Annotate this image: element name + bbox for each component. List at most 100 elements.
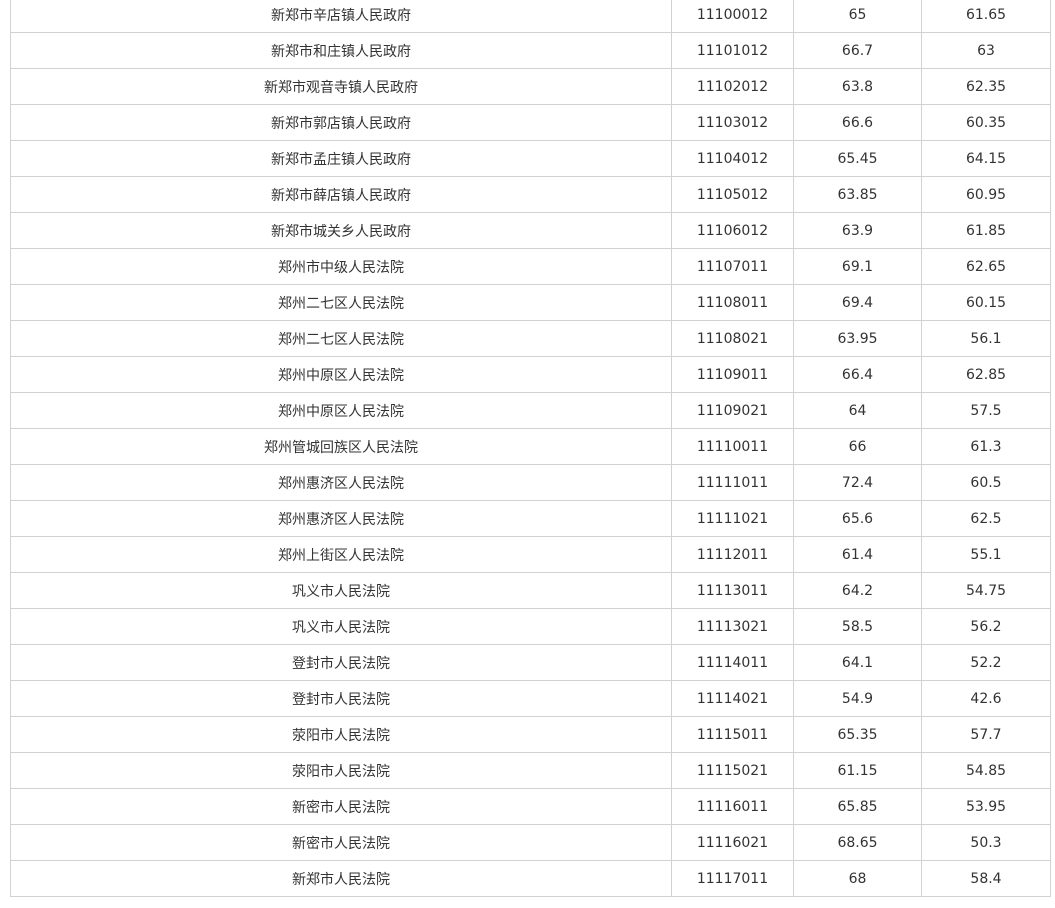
- table-row: 新密市人民法院 11116021 68.65 50.3: [10, 824, 1051, 861]
- position-code-cell: 11115011: [671, 716, 794, 753]
- score-cell: 54.75: [921, 572, 1051, 609]
- table-row: 郑州二七区人民法院 11108011 69.4 60.15: [10, 284, 1051, 321]
- score-cell: 63.95: [793, 320, 922, 357]
- position-code-cell: 11111021: [671, 500, 794, 537]
- score-cell: 60.95: [921, 176, 1051, 213]
- score-cell: 58.4: [921, 860, 1051, 897]
- table-row: 郑州惠济区人民法院 11111011 72.4 60.5: [10, 464, 1051, 501]
- table-row: 新郑市城关乡人民政府 11106012 63.9 61.85: [10, 212, 1051, 249]
- employer-cell: 新郑市辛店镇人民政府: [10, 0, 672, 33]
- table-row: 郑州惠济区人民法院 11111021 65.6 62.5: [10, 500, 1051, 537]
- employer-cell: 新郑市孟庄镇人民政府: [10, 140, 672, 177]
- employer-cell: 郑州上街区人民法院: [10, 536, 672, 573]
- position-code-cell: 11116011: [671, 788, 794, 825]
- employer-cell: 新郑市薛店镇人民政府: [10, 176, 672, 213]
- score-cell: 62.35: [921, 68, 1051, 105]
- position-code-cell: 11106012: [671, 212, 794, 249]
- position-code-cell: 11102012: [671, 68, 794, 105]
- score-cell: 66.6: [793, 104, 922, 141]
- position-code-cell: 11103012: [671, 104, 794, 141]
- employer-cell: 巩义市人民法院: [10, 572, 672, 609]
- score-cell: 60.5: [921, 464, 1051, 501]
- position-code-cell: 11113021: [671, 608, 794, 645]
- table-row: 新郑市观音寺镇人民政府 11102012 63.8 62.35: [10, 68, 1051, 105]
- score-cell: 42.6: [921, 680, 1051, 717]
- position-code-cell: 11109021: [671, 392, 794, 429]
- position-code-cell: 11112011: [671, 536, 794, 573]
- position-code-cell: 11101012: [671, 32, 794, 69]
- position-code-cell: 11108021: [671, 320, 794, 357]
- employer-cell: 荥阳市人民法院: [10, 716, 672, 753]
- score-cell: 65.45: [793, 140, 922, 177]
- score-cell: 54.85: [921, 752, 1051, 789]
- table-row: 郑州中原区人民法院 11109011 66.4 62.85: [10, 356, 1051, 393]
- employer-cell: 登封市人民法院: [10, 644, 672, 681]
- score-cell: 57.7: [921, 716, 1051, 753]
- score-cell: 61.3: [921, 428, 1051, 465]
- position-code-cell: 11114011: [671, 644, 794, 681]
- employer-cell: 新密市人民法院: [10, 788, 672, 825]
- position-code-cell: 11115021: [671, 752, 794, 789]
- score-cell: 66.4: [793, 356, 922, 393]
- table-row: 新郑市孟庄镇人民政府 11104012 65.45 64.15: [10, 140, 1051, 177]
- position-code-cell: 11110011: [671, 428, 794, 465]
- employer-cell: 郑州二七区人民法院: [10, 284, 672, 321]
- position-code-cell: 11104012: [671, 140, 794, 177]
- employer-cell: 巩义市人民法院: [10, 608, 672, 645]
- score-cell: 68.65: [793, 824, 922, 861]
- score-cell: 65: [793, 0, 922, 33]
- employer-cell: 荥阳市人民法院: [10, 752, 672, 789]
- table-row: 登封市人民法院 11114011 64.1 52.2: [10, 644, 1051, 681]
- score-cell: 62.85: [921, 356, 1051, 393]
- table-row: 新郑市薛店镇人民政府 11105012 63.85 60.95: [10, 176, 1051, 213]
- employer-cell: 新郑市观音寺镇人民政府: [10, 68, 672, 105]
- position-code-cell: 11111011: [671, 464, 794, 501]
- table-row: 登封市人民法院 11114021 54.9 42.6: [10, 680, 1051, 717]
- score-cell: 60.15: [921, 284, 1051, 321]
- score-cell: 64: [793, 392, 922, 429]
- table-row: 郑州二七区人民法院 11108021 63.95 56.1: [10, 320, 1051, 357]
- table-row: 巩义市人民法院 11113021 58.5 56.2: [10, 608, 1051, 645]
- score-cell: 64.15: [921, 140, 1051, 177]
- employer-cell: 郑州管城回族区人民法院: [10, 428, 672, 465]
- table-row: 新郑市郭店镇人民政府 11103012 66.6 60.35: [10, 104, 1051, 141]
- score-cell: 64.1: [793, 644, 922, 681]
- score-cell: 61.4: [793, 536, 922, 573]
- score-cell: 66: [793, 428, 922, 465]
- score-cell: 66.7: [793, 32, 922, 69]
- position-code-cell: 11117011: [671, 860, 794, 897]
- employer-cell: 郑州中原区人民法院: [10, 392, 672, 429]
- table-row: 郑州管城回族区人民法院 11110011 66 61.3: [10, 428, 1051, 465]
- score-cell: 64.2: [793, 572, 922, 609]
- score-cell: 65.85: [793, 788, 922, 825]
- score-cell: 54.9: [793, 680, 922, 717]
- table-row: 新密市人民法院 11116011 65.85 53.95: [10, 788, 1051, 825]
- score-cell: 61.65: [921, 0, 1051, 33]
- employer-cell: 新郑市郭店镇人民政府: [10, 104, 672, 141]
- employer-cell: 郑州惠济区人民法院: [10, 464, 672, 501]
- score-cell: 65.35: [793, 716, 922, 753]
- results-table: 新郑市辛店镇人民政府 11100012 65 61.65 新郑市和庄镇人民政府 11101…: [10, 0, 1051, 897]
- score-cell: 63: [921, 32, 1051, 69]
- employer-cell: 郑州惠济区人民法院: [10, 500, 672, 537]
- position-code-cell: 11114021: [671, 680, 794, 717]
- score-cell: 56.2: [921, 608, 1051, 645]
- employer-cell: 新郑市人民法院: [10, 860, 672, 897]
- score-cell: 65.6: [793, 500, 922, 537]
- table-row: 荥阳市人民法院 11115021 61.15 54.85: [10, 752, 1051, 789]
- position-code-cell: 11113011: [671, 572, 794, 609]
- employer-cell: 郑州二七区人民法院: [10, 320, 672, 357]
- results-table-body: 新郑市辛店镇人民政府 11100012 65 61.65 新郑市和庄镇人民政府 11101…: [10, 0, 1051, 897]
- employer-cell: 郑州市中级人民法院: [10, 248, 672, 285]
- score-cell: 63.8: [793, 68, 922, 105]
- results-table-container: 新郑市辛店镇人民政府 11100012 65 61.65 新郑市和庄镇人民政府 11101…: [10, 0, 1051, 897]
- table-row: 新郑市和庄镇人民政府 11101012 66.7 63: [10, 32, 1051, 69]
- score-cell: 57.5: [921, 392, 1051, 429]
- table-row: 郑州上街区人民法院 11112011 61.4 55.1: [10, 536, 1051, 573]
- score-cell: 60.35: [921, 104, 1051, 141]
- employer-cell: 登封市人民法院: [10, 680, 672, 717]
- position-code-cell: 11107011: [671, 248, 794, 285]
- score-cell: 53.95: [921, 788, 1051, 825]
- score-cell: 61.15: [793, 752, 922, 789]
- score-cell: 69.4: [793, 284, 922, 321]
